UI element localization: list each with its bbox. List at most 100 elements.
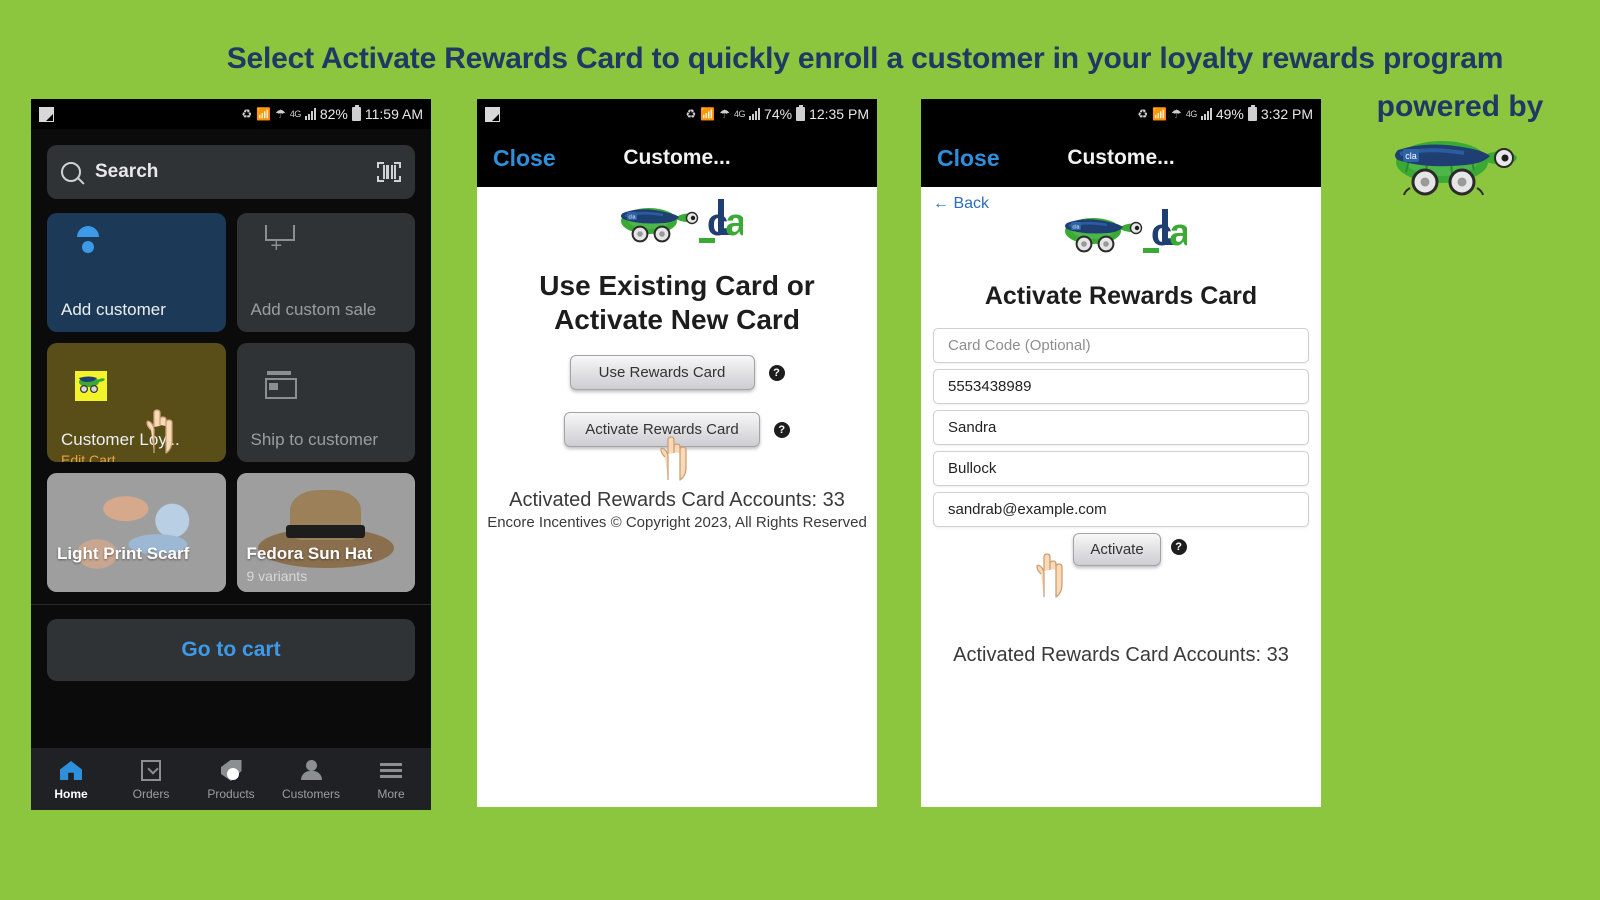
battery-icon bbox=[796, 104, 806, 121]
divider bbox=[31, 604, 431, 605]
tile-add-customer[interactable]: Add customer bbox=[47, 213, 226, 332]
data-saver-icon: ♻ bbox=[1137, 107, 1149, 121]
phone-field[interactable]: 5553438989 bbox=[933, 368, 1309, 404]
tab-label: Home bbox=[54, 786, 88, 801]
pointer-hand-cursor bbox=[1036, 552, 1063, 598]
product-card-scarf[interactable]: Light Print Scarf bbox=[47, 473, 226, 592]
close-button[interactable]: Close bbox=[937, 145, 1000, 172]
product-name: Light Print Scarf bbox=[57, 544, 190, 563]
search-input[interactable]: Search bbox=[47, 145, 415, 199]
go-to-cart-button[interactable]: Go to cart bbox=[47, 619, 415, 681]
hamburger-icon bbox=[380, 763, 402, 778]
tab-home[interactable]: Home bbox=[31, 758, 111, 801]
clock: 12:35 PM bbox=[809, 106, 869, 122]
search-icon bbox=[61, 162, 81, 182]
page-headline: Select Activate Rewards Card to quickly … bbox=[226, 42, 1504, 75]
bluetooth-icon: 📶 bbox=[256, 107, 272, 121]
svg-text:cla: cla bbox=[1073, 225, 1080, 231]
phone-screen-activate-form: ♻ 📶 ☂ 4G 49% 3:32 PM Close Custome... ← … bbox=[921, 99, 1321, 807]
encore-turtle-logo: cla bbox=[1370, 128, 1530, 198]
network-type-label: 4G bbox=[734, 109, 746, 119]
activation-form: Card Code (Optional) 5553438989 Sandra B… bbox=[921, 327, 1321, 527]
tab-label: Products bbox=[207, 786, 255, 801]
wifi-icon: ☂ bbox=[275, 107, 286, 121]
status-bar: ♻ 📶 ☂ 4G 74% 12:35 PM bbox=[477, 99, 877, 129]
activate-rewards-card-button[interactable]: Activate Rewards Card bbox=[564, 412, 760, 448]
tab-more[interactable]: More bbox=[351, 758, 431, 801]
flipp-app-icon bbox=[485, 106, 500, 122]
wifi-icon: ☂ bbox=[1171, 107, 1182, 121]
flipp-app-icon bbox=[39, 106, 54, 122]
email-field[interactable]: sandrab@example.com bbox=[933, 491, 1309, 527]
use-rewards-card-button[interactable]: Use Rewards Card bbox=[569, 355, 755, 391]
battery-percent: 82% bbox=[319, 106, 348, 122]
use-rewards-card-row: Use Rewards Card ? bbox=[477, 355, 877, 391]
status-bar: ♻ 📶 ☂ 4G 82% 11:59 AM bbox=[31, 99, 431, 129]
help-icon[interactable]: ? bbox=[768, 364, 785, 381]
tile-add-custom-sale[interactable]: Add custom sale bbox=[236, 213, 415, 332]
customer-loyalty-turtle-icon bbox=[75, 371, 107, 401]
pos-body: Search Add customer Add custom sale Cust… bbox=[31, 145, 431, 780]
activate-button[interactable]: Activate bbox=[1073, 532, 1161, 566]
barcode-scan-icon[interactable] bbox=[377, 162, 401, 182]
product-image bbox=[47, 473, 226, 592]
battery-percent: 49% bbox=[1215, 106, 1244, 122]
carousel-indicator-dot[interactable] bbox=[227, 768, 239, 780]
activate-button-row: Activate ? bbox=[921, 532, 1321, 598]
signal-bars-icon bbox=[749, 108, 761, 120]
tile-grid: Add customer Add custom sale Customer Lo… bbox=[47, 213, 415, 592]
tab-customers[interactable]: Customers bbox=[271, 758, 351, 801]
activated-accounts-count: Activated Rewards Card Accounts: 33 bbox=[953, 643, 1289, 666]
modal-header: Close Custome... bbox=[477, 129, 877, 187]
cla-logo-wrapper: cla c a bbox=[477, 193, 877, 255]
search-placeholder: Search bbox=[95, 161, 159, 182]
edit-cart-link[interactable]: Edit Cart bbox=[61, 452, 115, 462]
battery-icon bbox=[1247, 104, 1257, 121]
bluetooth-icon: 📶 bbox=[700, 107, 716, 121]
webview-content: ← Back cla c a Activate Rewards Card Car… bbox=[921, 187, 1321, 807]
status-bar: ♻ 📶 ☂ 4G 49% 3:32 PM bbox=[921, 99, 1321, 129]
tab-label: Orders bbox=[132, 786, 170, 801]
tile-label: Add customer bbox=[61, 299, 166, 319]
svg-text:cla: cla bbox=[629, 215, 636, 221]
modal-header: Close Custome... bbox=[921, 129, 1321, 187]
powered-by-label: powered by bbox=[1376, 90, 1544, 123]
page-title: Use Existing Card or Activate New Card bbox=[539, 270, 815, 336]
help-icon[interactable]: ? bbox=[773, 421, 790, 438]
tab-orders[interactable]: Orders bbox=[111, 758, 191, 801]
product-card-fedora[interactable]: Fedora Sun Hat 9 variants bbox=[236, 473, 415, 592]
clock: 11:59 AM bbox=[364, 106, 423, 122]
data-saver-icon: ♻ bbox=[685, 107, 697, 121]
phone-screen-pos-home: ♻ 📶 ☂ 4G 82% 11:59 AM Search Add custome… bbox=[31, 99, 431, 810]
tile-label: Customer Loy... bbox=[61, 429, 180, 449]
signal-bars-icon bbox=[1200, 108, 1212, 120]
cla-turtle-logo: cla c a bbox=[1065, 209, 1187, 254]
network-type-label: 4G bbox=[289, 109, 302, 119]
tile-label: Ship to customer bbox=[250, 429, 379, 449]
signal-bars-icon bbox=[304, 108, 316, 120]
first-name-field[interactable]: Sandra bbox=[933, 409, 1309, 445]
tile-customer-loyalty[interactable]: Customer Loy... Edit Cart bbox=[47, 343, 226, 462]
tab-label: Customers bbox=[281, 786, 340, 801]
wifi-icon: ☂ bbox=[719, 107, 731, 121]
tile-label: Add custom sale bbox=[250, 299, 377, 319]
bluetooth-icon: 📶 bbox=[1152, 107, 1168, 121]
svg-text:a: a bbox=[725, 202, 743, 244]
battery-icon bbox=[351, 104, 361, 121]
svg-text:a: a bbox=[1169, 212, 1187, 254]
help-icon[interactable]: ? bbox=[1170, 538, 1187, 555]
close-button[interactable]: Close bbox=[493, 145, 556, 172]
activate-rewards-card-row: Activate Rewards Card ? bbox=[477, 412, 877, 481]
cla-turtle-logo: cla c a bbox=[621, 199, 743, 244]
product-variants: 9 variants bbox=[246, 568, 308, 584]
tile-ship-to-customer[interactable]: Ship to customer bbox=[236, 343, 415, 462]
copyright-notice: Encore Incentives © Copyright 2023, All … bbox=[487, 514, 867, 532]
data-saver-icon: ♻ bbox=[241, 107, 253, 121]
home-icon bbox=[60, 761, 82, 780]
orders-icon bbox=[141, 760, 161, 781]
activated-accounts-count: Activated Rewards Card Accounts: 33 bbox=[509, 489, 845, 512]
card-code-field[interactable]: Card Code (Optional) bbox=[933, 327, 1309, 363]
svg-text:cla: cla bbox=[1405, 151, 1417, 161]
phone-screen-card-choice: ♻ 📶 ☂ 4G 74% 12:35 PM Close Custome... c… bbox=[477, 99, 877, 807]
last-name-field[interactable]: Bullock bbox=[933, 450, 1309, 486]
